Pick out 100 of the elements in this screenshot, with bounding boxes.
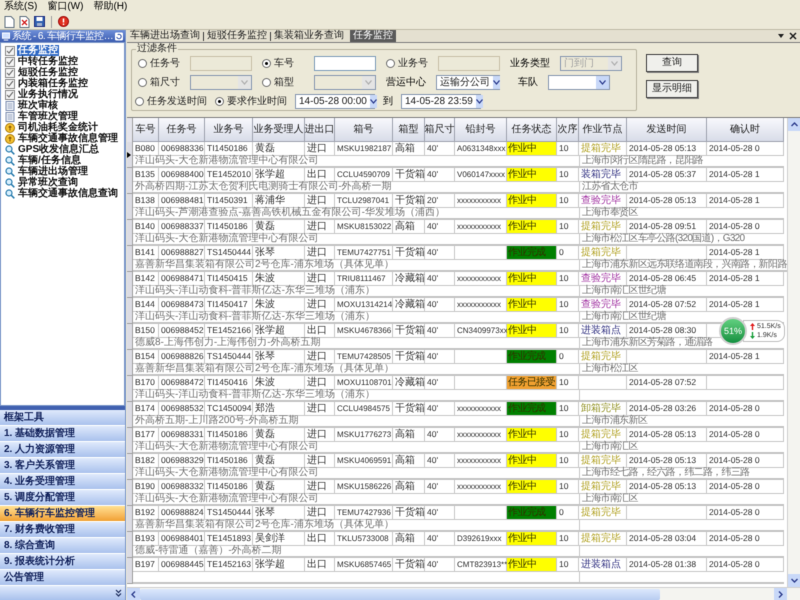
- location-text: 上海市浦东新区芳菊路，通湄路: [582, 338, 712, 348]
- table-cell: 进口: [305, 220, 335, 234]
- navigation-button[interactable]: 7. 财务费收管理: [0, 522, 125, 538]
- tree-item[interactable]: GPS收发信息汇总: [5, 144, 124, 155]
- menu-item[interactable]: 系统(S): [4, 1, 38, 13]
- table-cell: MSKU8153022: [335, 220, 393, 234]
- dropdown[interactable]: [548, 75, 610, 90]
- dropdown-icon[interactable]: [777, 32, 785, 40]
- action-button[interactable]: 显示明细: [646, 80, 698, 98]
- input-field[interactable]: [438, 56, 500, 71]
- tab[interactable]: 集装箱业务查询: [271, 30, 347, 42]
- tree-item[interactable]: 内装箱任务监控: [5, 78, 124, 89]
- menu-item[interactable]: 帮助(H): [93, 1, 128, 13]
- table-cell: 朱波: [253, 298, 305, 312]
- location-text: 上海市南汇区: [582, 494, 638, 504]
- table-cell: 006988473: [159, 298, 205, 312]
- table-cell: 进口: [305, 142, 335, 156]
- status-label: 作业中: [507, 324, 557, 338]
- horizontal-scrollbar[interactable]: [127, 587, 800, 600]
- tree-item[interactable]: 业务执行情况: [5, 89, 124, 100]
- navigation-button[interactable]: 公告管理: [0, 570, 125, 586]
- table-cell: 高箱: [393, 142, 425, 156]
- tree-item[interactable]: 车辆/任务信息: [5, 155, 124, 166]
- location-text: 上海市闵行区隋昆路，昆阳路: [582, 156, 703, 166]
- tab[interactable]: 车辆进出场查询: [127, 30, 203, 42]
- navigation-button[interactable]: 8. 综合查询: [0, 538, 125, 554]
- navigation-button[interactable]: 6. 车辆行车监控管理: [0, 506, 125, 522]
- table-cell: MOXU1108701: [335, 376, 393, 390]
- table-cell: TE1452166: [205, 324, 253, 338]
- tab[interactable]: 短驳任务监控: [204, 30, 270, 42]
- column-header: 发送时间: [627, 118, 707, 142]
- stop-icon[interactable]: [58, 16, 69, 27]
- tree-item[interactable]: 车辆交通事故信息管理: [5, 133, 124, 144]
- navigation-button[interactable]: 1. 基础数据管理: [0, 426, 125, 442]
- radio-button[interactable]: 任务发送时间: [135, 96, 207, 108]
- tree-item[interactable]: 车管班次管理: [5, 111, 124, 122]
- tree-item[interactable]: 异常班次查询: [5, 177, 124, 188]
- action-button[interactable]: 查询: [646, 54, 698, 72]
- table-cell: 提箱完毕: [579, 506, 627, 520]
- tree-item[interactable]: 车辆进出场管理: [5, 166, 124, 177]
- tree-item[interactable]: 车辆交通事故信息查询: [5, 188, 124, 199]
- radio-button[interactable]: 要求作业时间: [215, 96, 287, 108]
- close-document-icon[interactable]: [19, 16, 30, 28]
- column-header: 作业节点: [579, 118, 627, 142]
- route-text: 洋山码头-大仓新港物流管理中心有限公司: [135, 494, 318, 504]
- tree-item[interactable]: 中转任务监控: [5, 56, 124, 67]
- radio-button[interactable]: 车号: [262, 58, 308, 70]
- radio-button[interactable]: 业务号: [386, 58, 432, 70]
- tab[interactable]: 任务监控: [350, 30, 396, 42]
- tree-item[interactable]: 短驳任务监控: [5, 67, 124, 78]
- vertical-scrollbar[interactable]: [787, 118, 800, 587]
- input-field[interactable]: [190, 56, 252, 71]
- navigation-button[interactable]: 4. 业务受理管理: [0, 474, 125, 490]
- navigation-button[interactable]: 3. 客户关系管理: [0, 458, 125, 474]
- radio-button[interactable]: 任务号: [138, 58, 184, 70]
- table-cell: 2014-05-28 0: [707, 506, 784, 520]
- table-cell: 2014-05-28 05:37: [627, 168, 707, 182]
- date-picker[interactable]: 14-05-28 00:00: [295, 94, 375, 109]
- dropdown[interactable]: 运输分公司: [436, 75, 500, 90]
- save-icon[interactable]: [34, 16, 45, 27]
- route-text: 外高桥四期-江苏太仓贺利氏电测骑士有限公司-外高桥一期: [135, 182, 392, 192]
- table-cell: 006988401: [159, 532, 205, 546]
- scroll-down-icon[interactable]: [788, 574, 800, 587]
- table-cell: TE1452163: [205, 558, 253, 572]
- refresh-icon[interactable]: [115, 32, 123, 40]
- search-icon: [5, 188, 15, 198]
- table-cell: 40': [425, 142, 455, 156]
- scroll-up-icon[interactable]: [788, 118, 800, 131]
- chevron-down-icon[interactable]: [115, 589, 122, 597]
- table-cell: 40': [425, 220, 455, 234]
- navigation-button[interactable]: 5. 调度分配管理: [0, 490, 125, 506]
- radio-button[interactable]: 箱尺寸: [138, 76, 184, 88]
- scroll-right-icon[interactable]: [774, 588, 787, 600]
- search-icon: [5, 166, 15, 176]
- table-cell: 006988452: [159, 324, 205, 338]
- navigation-button[interactable]: 2. 人力资源管理: [0, 442, 125, 458]
- table-cell: 10: [557, 324, 579, 338]
- tree-item[interactable]: 任务监控: [5, 45, 124, 56]
- table-cell: TE1451893: [205, 532, 253, 546]
- navigation-button[interactable]: 框架工具: [0, 410, 125, 426]
- document-icon: [5, 112, 15, 122]
- scroll-left-icon[interactable]: [127, 588, 140, 600]
- close-icon[interactable]: [789, 32, 797, 40]
- tree-item[interactable]: 班次审核: [5, 100, 124, 111]
- new-document-icon[interactable]: [4, 16, 15, 28]
- coin-icon: [5, 122, 15, 132]
- tree-item[interactable]: 司机油耗奖金统计: [5, 122, 124, 133]
- table-cell: 进口: [305, 272, 335, 286]
- radio-button[interactable]: 箱型: [262, 76, 308, 88]
- table-cell: 10: [557, 558, 579, 572]
- scrollbar-thumb[interactable]: [140, 588, 660, 600]
- table-cell: 张琴: [253, 246, 305, 260]
- input-field[interactable]: [314, 56, 376, 71]
- table-cell: 进口: [305, 454, 335, 468]
- menu-item[interactable]: 窗口(W): [47, 1, 84, 13]
- table-cell: 提箱完毕: [579, 454, 627, 468]
- status-label: 任务已接受: [507, 376, 557, 390]
- table-cell: 40': [425, 350, 455, 364]
- date-picker[interactable]: 14-05-28 23:59: [401, 94, 481, 109]
- navigation-button[interactable]: 9. 报表统计分析: [0, 554, 125, 570]
